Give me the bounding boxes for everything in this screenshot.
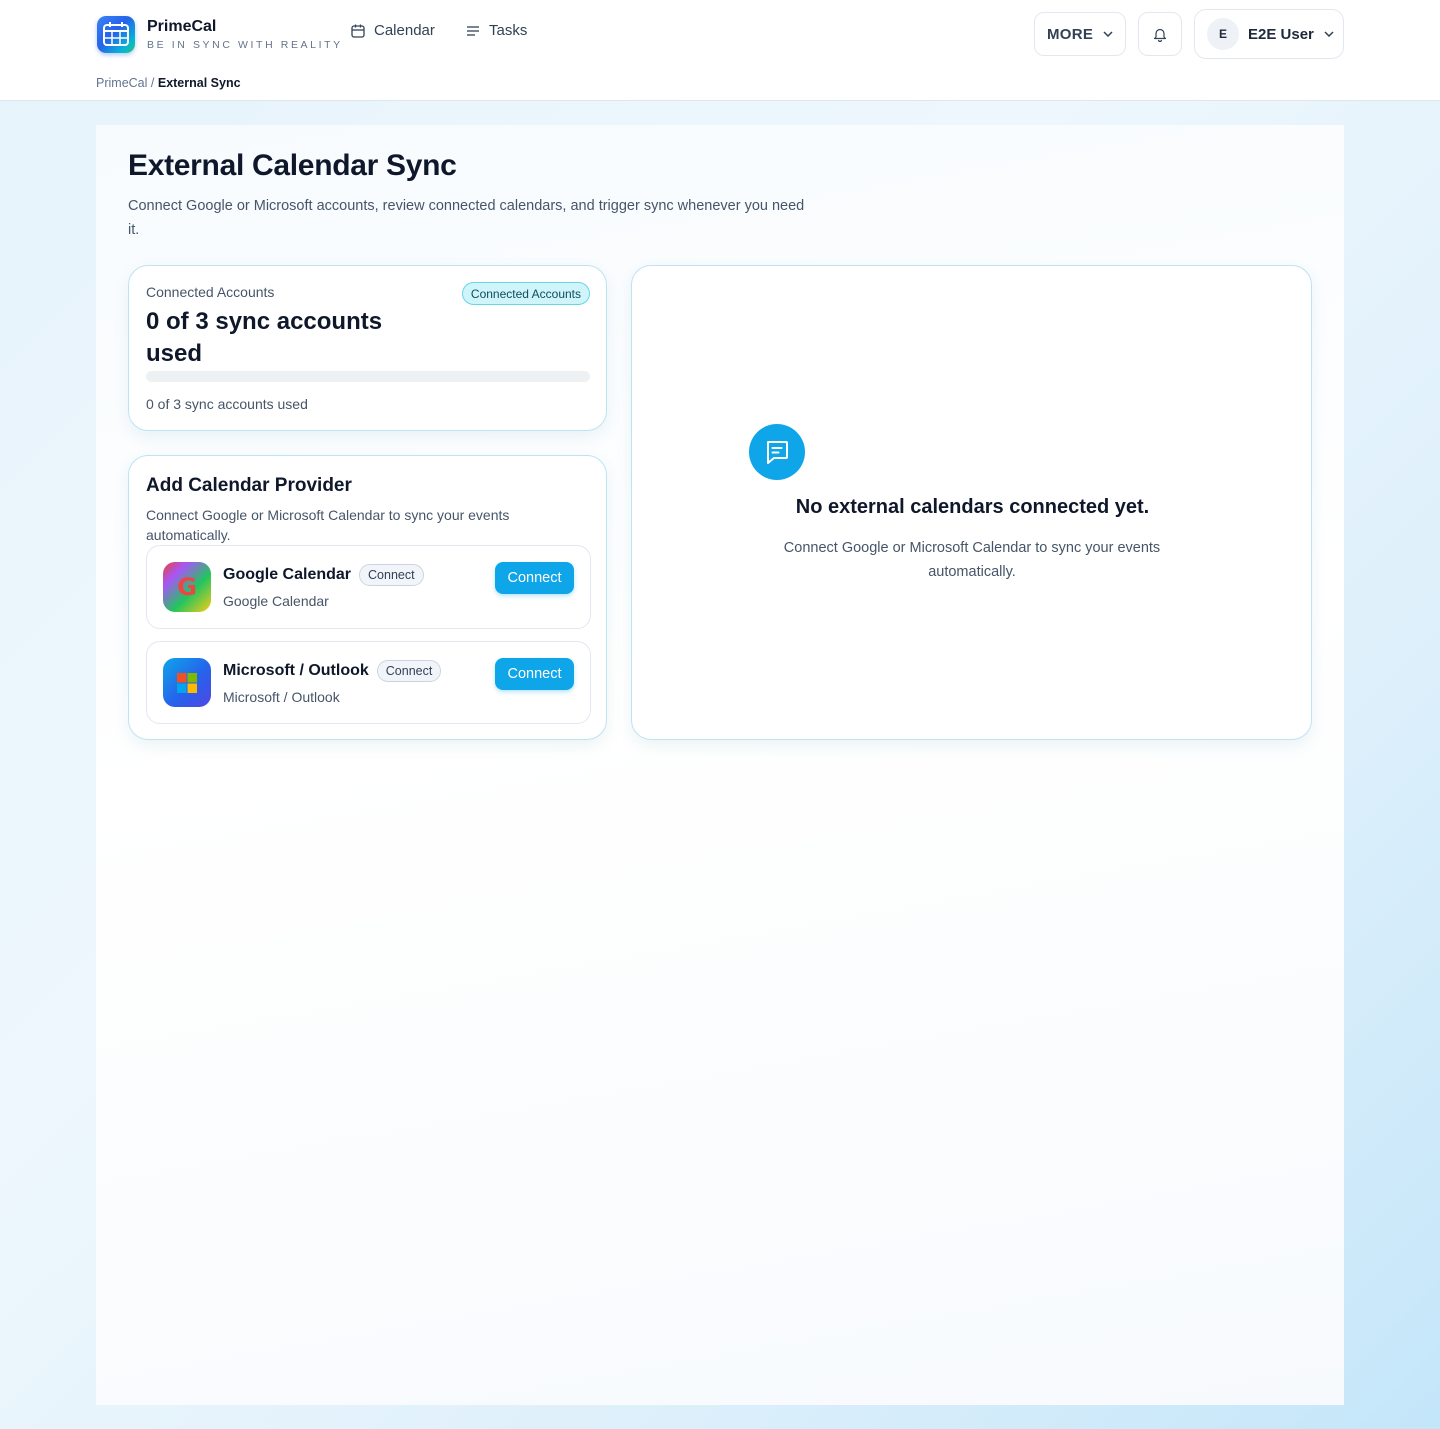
breadcrumb-current: External Sync [157,76,241,90]
connect-microsoft-button[interactable]: Connect [495,658,574,690]
brand-name: PrimeCal [147,18,217,35]
app-logo-icon [97,16,135,53]
provider-name: Microsoft / Outlook [223,662,369,679]
add-provider-card: Add Calendar Provider Connect Google or … [128,455,607,740]
breadcrumb-separator: / [150,76,155,90]
user-menu-button[interactable]: E E2E User [1194,9,1344,59]
provider-google: G Google Calendar Connect Google Calenda… [146,545,591,629]
accounts-progress-bar [146,371,590,382]
google-icon: G [163,562,211,612]
more-menu-button[interactable]: MORE [1034,12,1126,56]
provider-subtitle: Google Calendar [223,593,329,609]
provider-name: Google Calendar [223,566,352,583]
accounts-caption: 0 of 3 sync accounts used [146,396,308,412]
connected-calendars-panel: No external calendars connected yet. Con… [631,265,1312,740]
notifications-button[interactable] [1138,12,1182,56]
provider-microsoft: Microsoft / Outlook Connect Microsoft / … [146,641,591,724]
provider-subtitle: Microsoft / Outlook [223,689,340,705]
brand[interactable]: PrimeCal BE IN SYNC WITH REALITY [97,16,343,53]
message-icon [749,424,805,480]
add-provider-title: Add Calendar Provider [146,475,352,496]
more-label: MORE [1047,25,1094,43]
empty-state-title: No external calendars connected yet. [795,496,1150,518]
avatar: E [1207,18,1239,50]
chevron-down-icon [1103,31,1113,37]
top-header: PrimeCal BE IN SYNC WITH REALITY Calenda… [0,0,1440,101]
add-provider-description: Connect Google or Microsoft Calendar to … [146,507,510,543]
microsoft-icon [163,658,211,707]
list-icon [467,25,479,36]
breadcrumb-root[interactable]: PrimeCal [96,76,147,90]
breadcrumb: PrimeCal / External Sync [96,76,241,90]
provider-chip: Connect [359,564,424,586]
nav-calendar-label: Calendar [374,22,435,39]
page-description: Connect Google or Microsoft accounts, re… [128,198,805,238]
connected-accounts-card: Connected Accounts Connected Accounts 0 … [128,265,607,431]
brand-tagline: BE IN SYNC WITH REALITY [147,39,343,51]
page-title: External Calendar Sync [128,149,457,182]
empty-state-description: Connect Google or Microsoft Calendar to … [783,540,1161,580]
status-badge: Connected Accounts [461,282,590,305]
connect-google-button[interactable]: Connect [495,562,574,594]
nav-tasks-label: Tasks [489,22,528,39]
nav-tasks[interactable]: Tasks [466,22,527,39]
accounts-label: Connected Accounts [146,284,275,300]
accounts-usage-value: 0 of 3 sync accounts used [146,308,383,367]
nav-calendar[interactable]: Calendar [351,22,435,39]
provider-chip: Connect [376,660,442,682]
bell-icon [1153,28,1167,42]
user-name: E2E User [1248,25,1314,43]
main-content: External Calendar Sync Connect Google or… [96,125,1344,1405]
chevron-down-icon [1324,31,1334,37]
calendar-icon [351,24,365,38]
